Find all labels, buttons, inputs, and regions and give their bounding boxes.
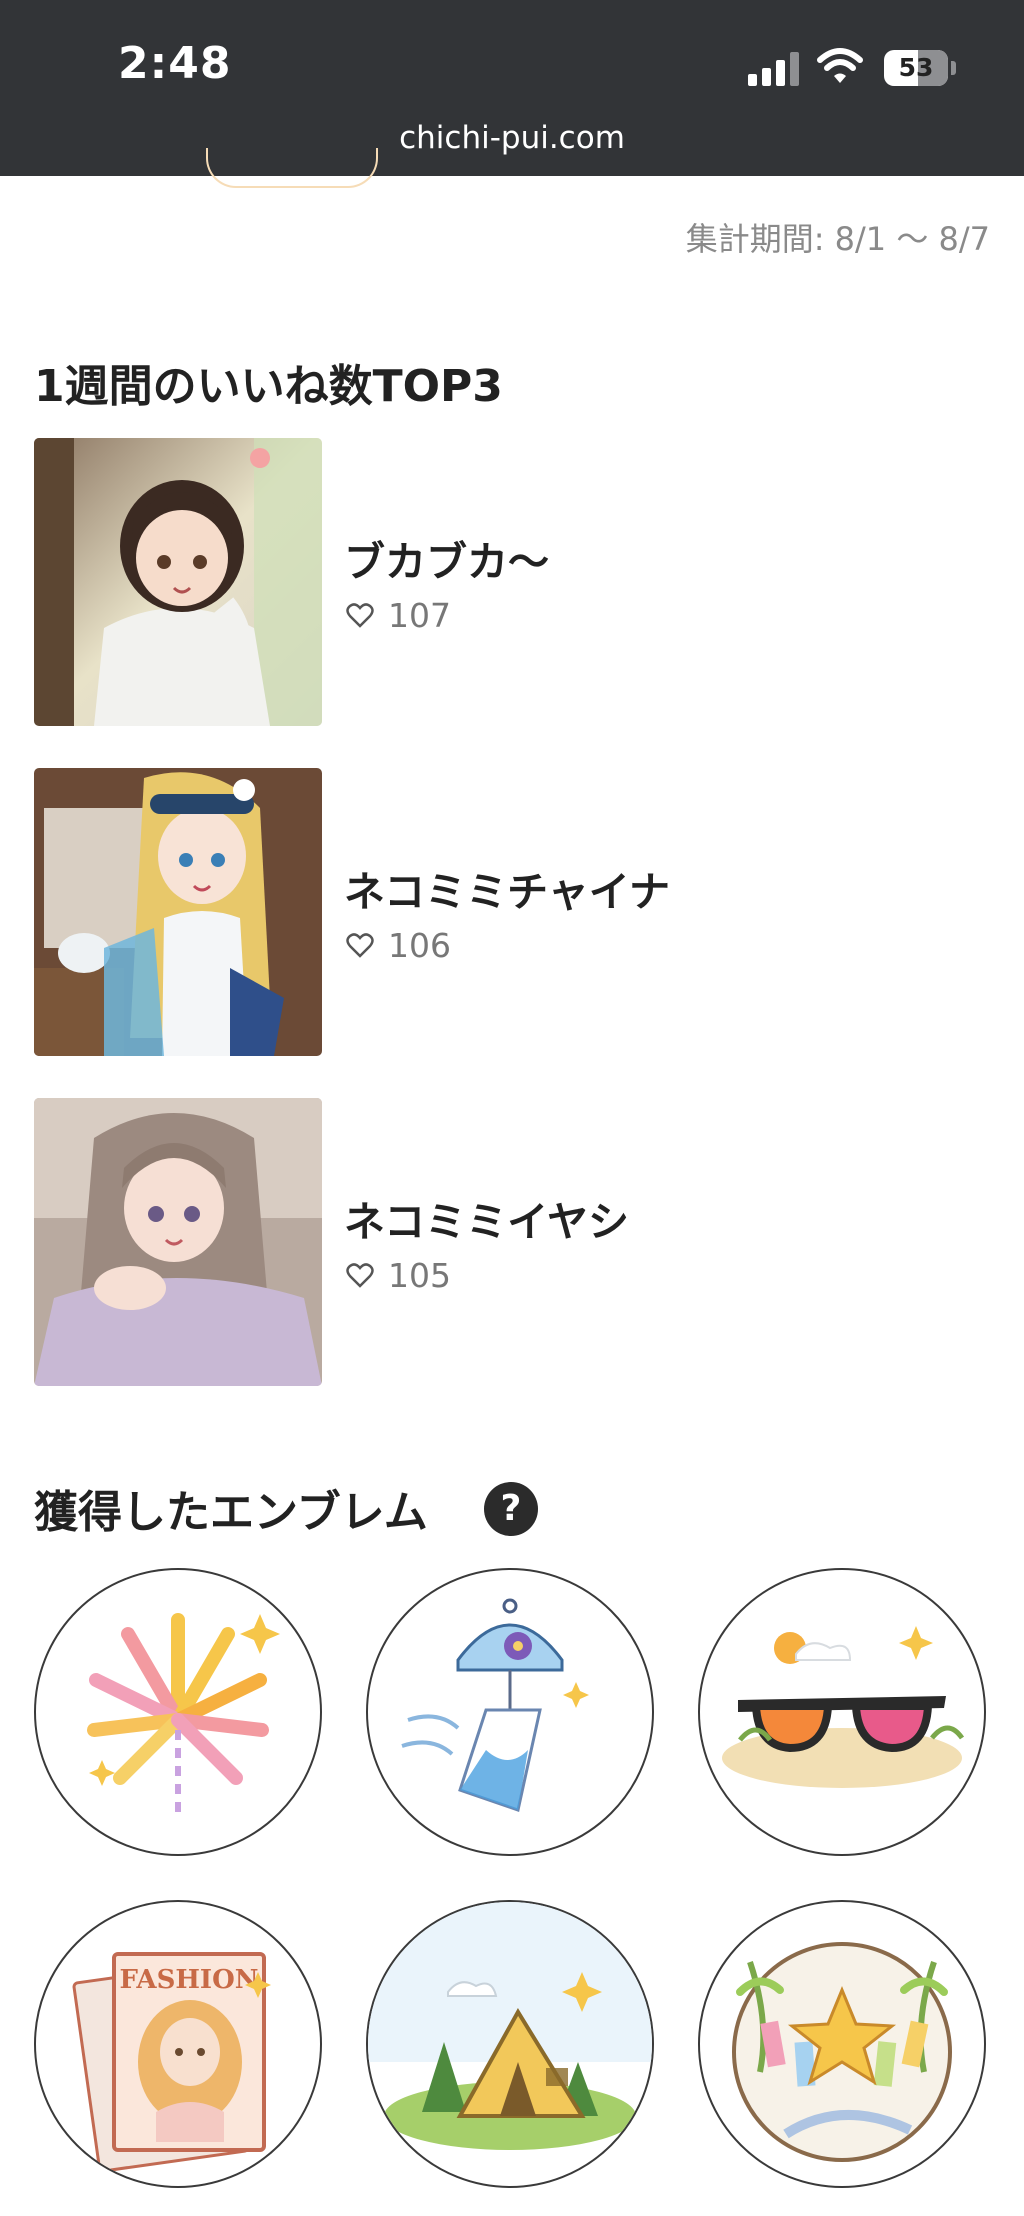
like-info: 106 [346, 926, 451, 965]
emblem-tanabata[interactable] [698, 1900, 986, 2188]
status-time: 2:48 [118, 38, 232, 89]
emblems-heading: 獲得したエンブレム [34, 1487, 428, 1538]
fireworks-icon [87, 1613, 280, 1820]
like-count: 107 [388, 596, 451, 635]
artwork-title[interactable]: ブカブカ〜 [344, 528, 549, 588]
emblem-wind-chime[interactable] [366, 1568, 654, 1856]
camping-tent-icon [368, 1902, 652, 2150]
artwork-thumbnail[interactable] [34, 438, 322, 726]
magazine-title: FASHION [119, 1965, 258, 1995]
heart-icon [346, 932, 374, 958]
help-icon[interactable]: ? [484, 1482, 538, 1536]
like-count: 105 [388, 1256, 451, 1295]
artwork-thumbnail[interactable] [34, 1098, 322, 1386]
like-info: 107 [346, 596, 451, 635]
top-likes-heading: 1週間のいいね数TOP3 [34, 361, 503, 412]
status-bar: 2:48 53 chichi-pui.com [0, 0, 1024, 176]
battery-tip [951, 61, 956, 75]
artwork-title[interactable]: ネコミミチャイナ [344, 858, 670, 918]
like-count: 106 [388, 926, 451, 965]
address-bar-url[interactable]: chichi-pui.com [0, 120, 1024, 156]
emblem-sunglasses[interactable] [698, 1568, 986, 1856]
fashion-magazine-icon: FASHION [72, 1952, 271, 2173]
ranking-item[interactable]: ネコミミイヤシ 105 [34, 1098, 994, 1386]
emblem-camping[interactable] [366, 1900, 654, 2188]
cellular-signal-icon [748, 52, 800, 86]
ranking-item[interactable]: ブカブカ〜 107 [34, 438, 994, 726]
battery-icon: 53 [884, 50, 948, 86]
emblem-fashion-magazine[interactable]: FASHION [34, 1900, 322, 2188]
ranking-item[interactable]: ネコミミチャイナ 106 [34, 768, 994, 1056]
emblem-fireworks[interactable] [34, 1568, 322, 1856]
artwork-thumbnail[interactable] [34, 768, 322, 1056]
tab-pill-edge[interactable] [206, 148, 378, 188]
sunglasses-beach-icon [722, 1626, 965, 1788]
aggregation-period: 集計期間: 8/1 〜 8/7 [685, 220, 990, 258]
heart-icon [346, 1262, 374, 1288]
wind-chime-icon [401, 1598, 589, 1812]
like-info: 105 [346, 1256, 451, 1295]
tanabata-star-icon [732, 1942, 952, 2162]
artwork-title[interactable]: ネコミミイヤシ [344, 1188, 629, 1248]
wifi-icon [817, 48, 863, 83]
heart-icon [346, 602, 374, 628]
battery-level: 53 [898, 53, 934, 82]
